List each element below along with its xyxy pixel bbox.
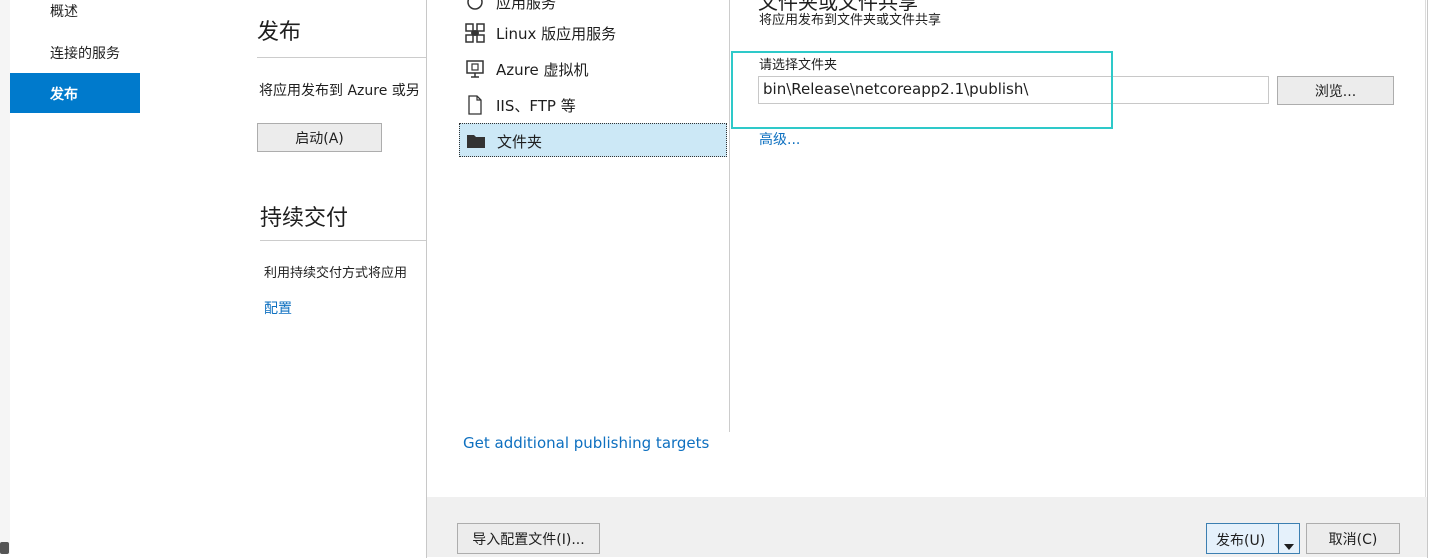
cancel-button[interactable]: 取消(C) [1306,523,1400,554]
split-divider [1278,524,1279,553]
nav-item-connected-services[interactable]: 连接的服务 [50,43,120,63]
page-title: 发布 [257,20,302,45]
nav-item-publish-label: 发布 [50,87,78,103]
additional-targets-link[interactable]: Get additional publishing targets [463,434,709,452]
target-label: IIS、FTP 等 [496,97,576,115]
cd-description: 利用持续交付方式将应用 [264,266,408,281]
target-linux-app-service[interactable]: Linux 版应用服务 [459,15,727,49]
title-divider [257,57,427,58]
target-azure-vm[interactable]: Azure 虚拟机 [459,51,727,85]
import-profile-button[interactable]: 导入配置文件(I)... [457,523,600,554]
target-label: 文件夹 [497,133,543,151]
file-icon [465,95,485,115]
folder-icon [466,131,486,151]
cd-divider [260,240,427,241]
highlight-box [731,51,1113,129]
window-corner-mark [0,542,9,554]
publish-description: 将应用发布到 Azure 或另 [259,83,420,99]
panel-subtitle: 将应用发布到文件夹或文件共享 [759,13,942,28]
publish-button-label[interactable]: 发布(U) [1216,530,1265,550]
target-folder[interactable]: 文件夹 [459,123,727,157]
dialog-right-edge [1425,0,1426,554]
configure-link[interactable]: 配置 [264,298,292,318]
target-label: Linux 版应用服务 [496,25,617,43]
app-service-icon [465,0,485,12]
target-iis-ftp[interactable]: IIS、FTP 等 [459,87,727,121]
advanced-link[interactable]: 高级... [759,129,800,149]
browse-button[interactable]: 浏览... [1277,76,1394,105]
chevron-down-icon[interactable] [1284,535,1294,554]
start-button[interactable]: 启动(A) [257,123,382,152]
target-label: Azure 虚拟机 [496,61,589,79]
linux-app-service-icon [465,23,485,43]
left-nav-strip [0,0,10,554]
virtual-machine-icon [465,59,485,79]
dialog-vertical-divider [729,0,730,432]
publish-split-button[interactable]: 发布(U) [1206,523,1300,554]
target-label: 应用服务 [496,0,557,12]
nav-item-publish[interactable]: 发布 [10,73,140,113]
nav-item-overview[interactable]: 概述 [50,1,78,21]
cd-title: 持续交付 [260,206,349,231]
